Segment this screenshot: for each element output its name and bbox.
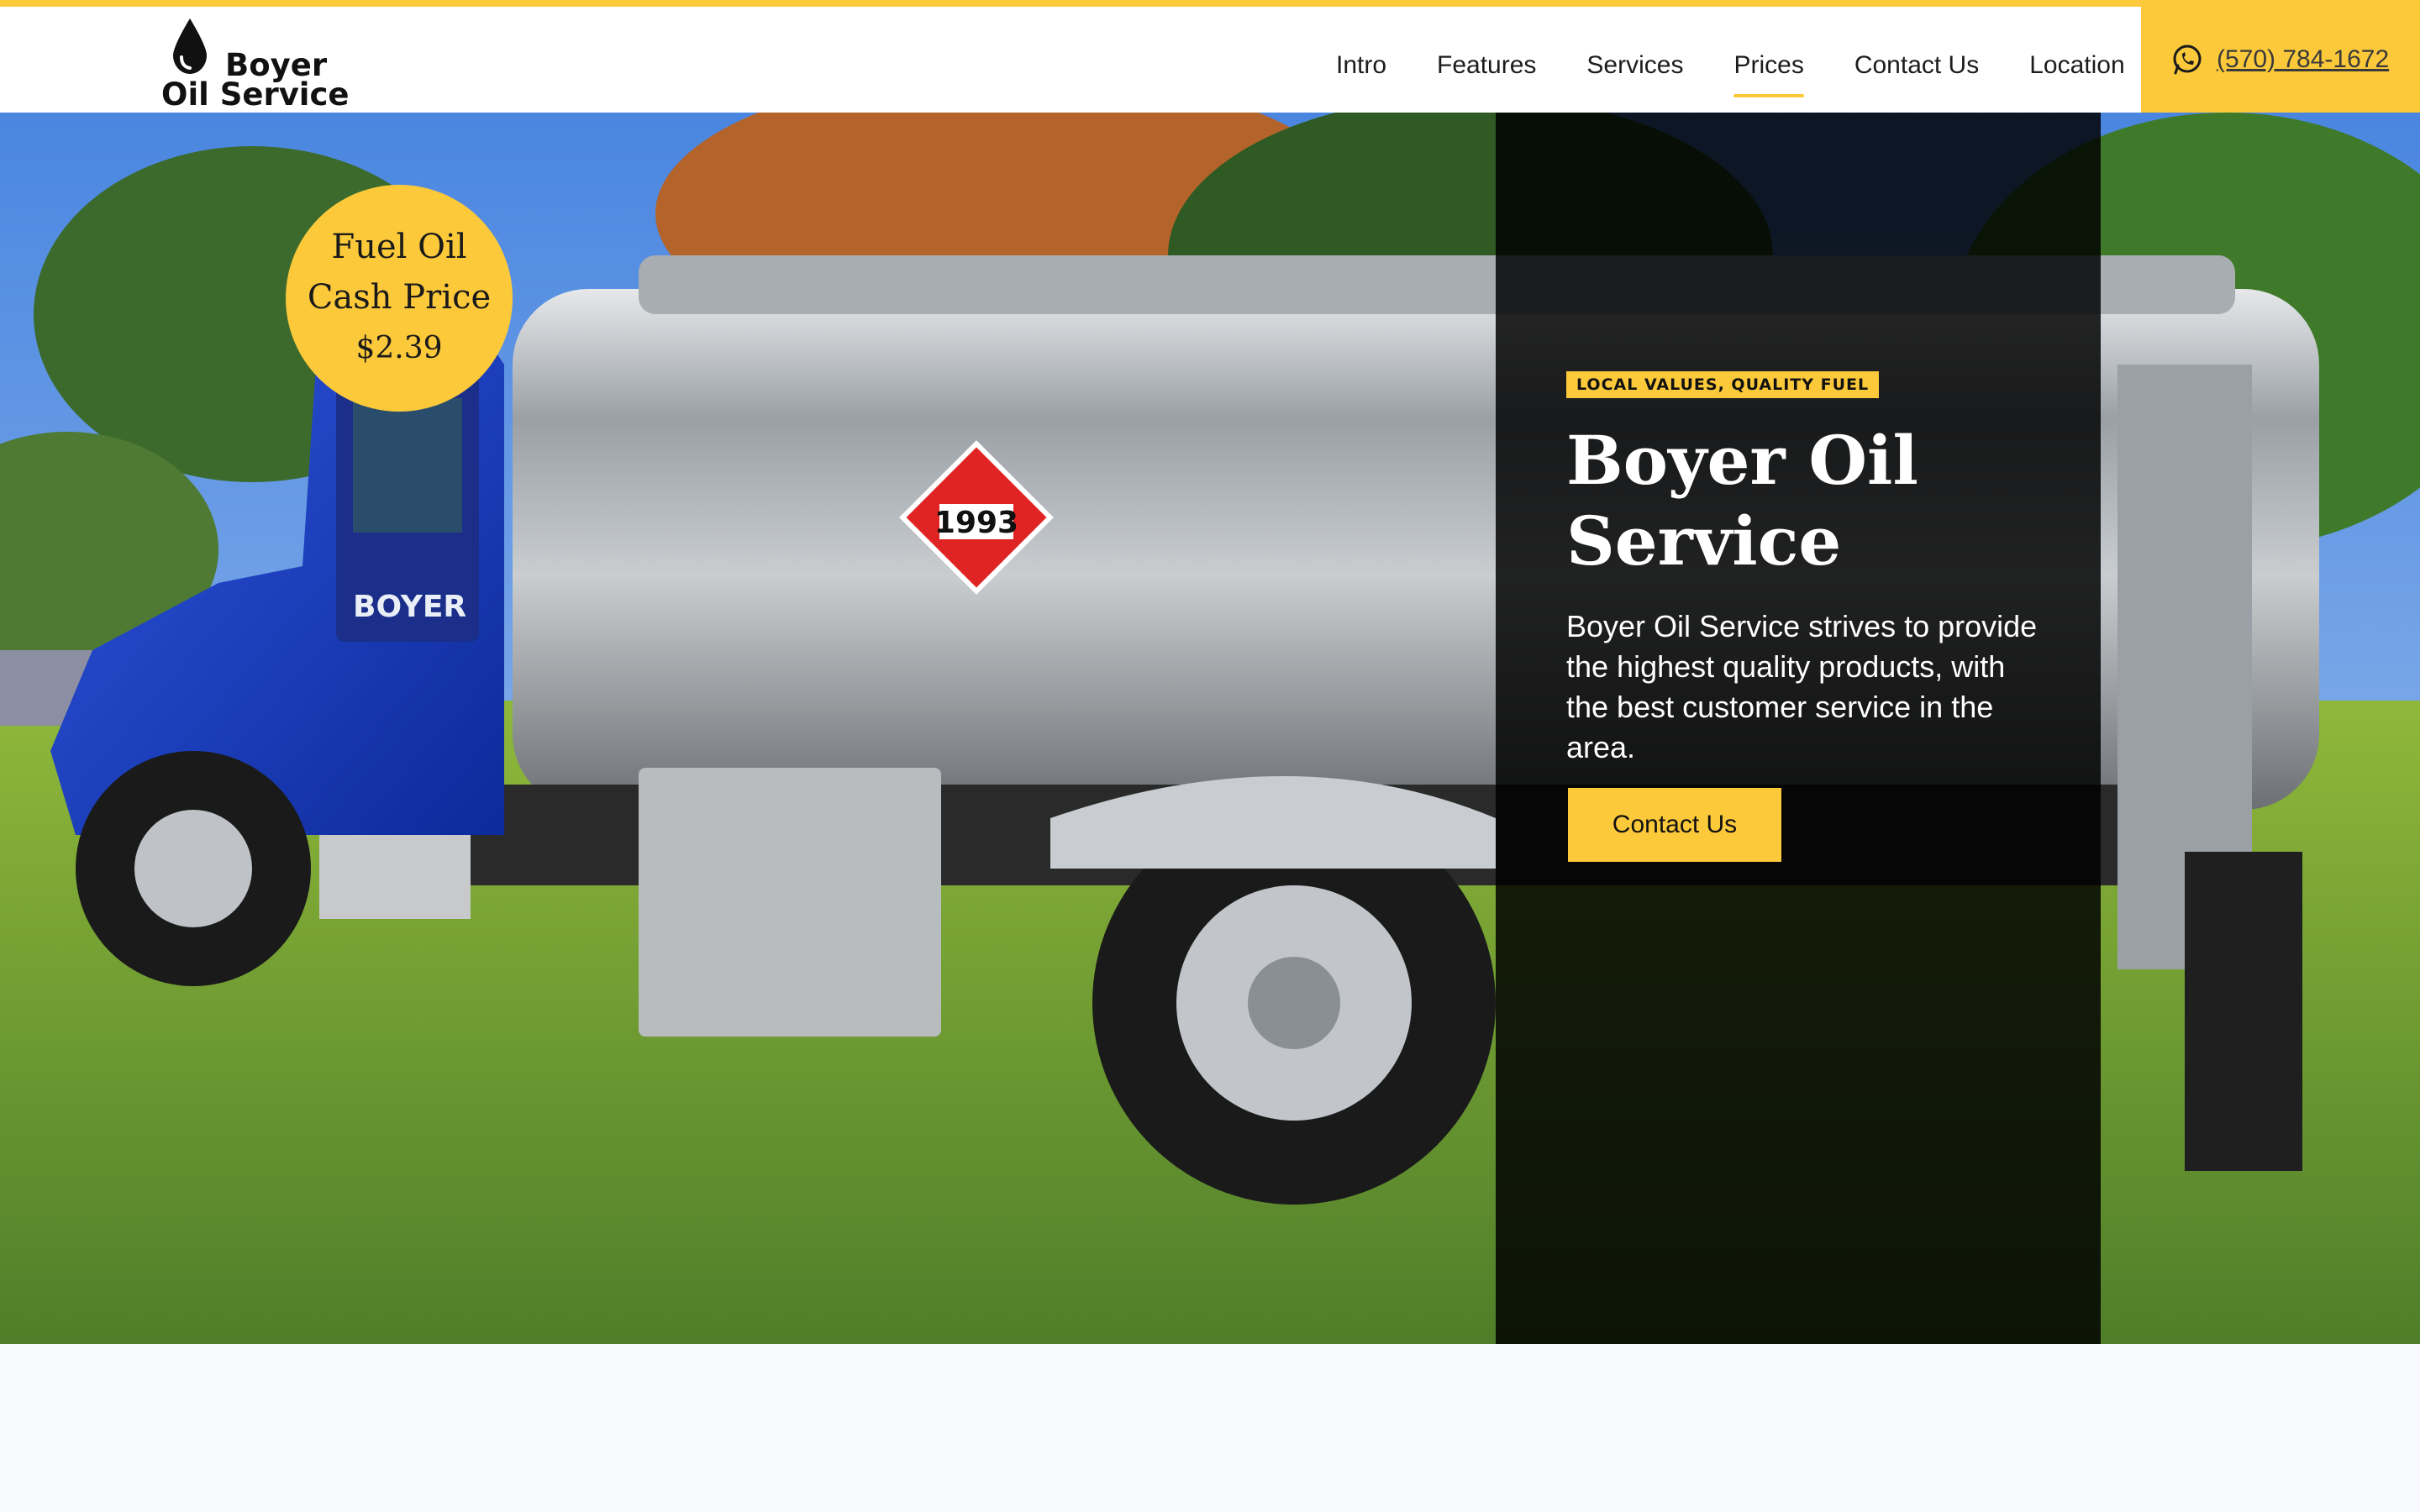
- whatsapp-icon: [2173, 45, 2202, 75]
- main-nav: Intro Features Services Prices Contact U…: [1311, 40, 2150, 97]
- brand-name-line2: Oil Service: [161, 76, 350, 113]
- brand-logo[interactable]: Boyer Oil Service: [160, 18, 350, 113]
- price-label-line1: Fuel Oil: [331, 228, 467, 266]
- nav-contact-us[interactable]: Contact Us: [1829, 40, 2004, 91]
- nav-intro[interactable]: Intro: [1311, 40, 1412, 91]
- price-amount: $2.39: [355, 331, 443, 365]
- nav-features[interactable]: Features: [1412, 40, 1561, 91]
- hero-description: Boyer Oil Service strives to provide the…: [1566, 609, 2038, 764]
- hero-tagline-badge: LOCAL VALUES, QUALITY FUEL: [1566, 371, 1880, 398]
- truck-door-lettering: BOYER: [353, 590, 466, 624]
- contact-us-button[interactable]: Contact Us: [1568, 788, 1781, 862]
- nav-location[interactable]: Location: [2004, 40, 2149, 91]
- phone-box: (570) 784-1672: [2141, 7, 2420, 113]
- top-accent-bar: [0, 0, 2420, 7]
- oil-drop-icon: [173, 18, 207, 74]
- price-label-line2: Cash Price: [307, 278, 492, 317]
- hero-title: Boyer Oil Service: [1566, 421, 1918, 580]
- nav-services[interactable]: Services: [1561, 40, 1708, 91]
- fuel-price-badge: Fuel Oil Cash Price $2.39: [286, 185, 513, 412]
- nav-prices[interactable]: Prices: [1708, 40, 1828, 97]
- site-header: Boyer Oil Service Intro Features Service…: [0, 7, 2420, 113]
- hazmat-placard-number: 1993: [934, 506, 1018, 540]
- phone-number-link[interactable]: (570) 784-1672: [2217, 45, 2389, 74]
